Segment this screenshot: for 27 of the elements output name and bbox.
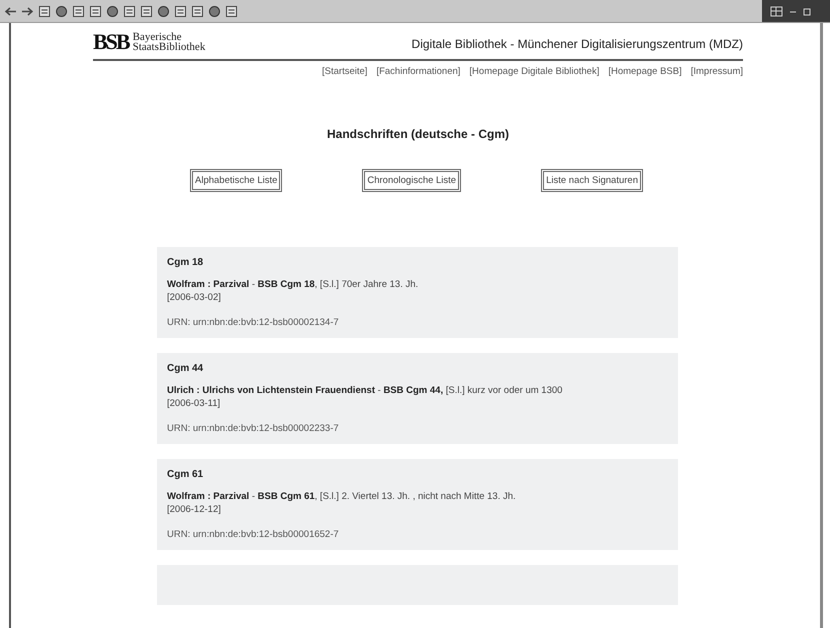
page-heading: Handschriften (deutsche - Cgm) [326,127,510,141]
list-button[interactable]: Chronologische Liste [362,169,462,192]
record-date: [2006-03-11] [167,397,222,410]
logo-mark: BSB [93,31,129,53]
forward-arrow-icon[interactable] [21,4,34,18]
restore-icon[interactable] [803,6,812,16]
back-arrow-icon[interactable] [4,4,17,18]
record-description: Wolfram : Parzival - BSB Cgm 61, [S.l.] 2. Viertel 13. Jh. , nicht nach Mitte 13. Jh. [167,490,517,503]
record-urn: URN: urn:nbn:de:bvb:12-bsb00002134-7 [167,317,340,328]
nav-link[interactable]: [Startseite] [322,66,368,77]
record-urn: URN: urn:nbn:de:bvb:12-bsb00001652-7 [167,529,340,540]
nav-link[interactable]: [Impressum] [690,66,743,77]
list-button[interactable]: Alphabetische Liste [190,169,282,192]
record-shelfmark: Cgm 44 [167,363,204,374]
record-shelfmark: Cgm 18 [167,257,204,268]
record-date: [2006-03-02] [167,291,222,304]
logo-text: Bayerische StaatsBibliothek [132,32,206,52]
record-description: Ulrich : Ulrichs von Lichtenstein Frauendienst - BSB Cgm 44, [S.l.] kurz vor oder um 1300 [167,384,564,397]
record-urn: URN: urn:nbn:de:bvb:12-bsb00002233-7 [167,423,340,434]
nav-link[interactable]: [Homepage BSB] [608,66,682,77]
record-date: [2006-12-12] [167,503,222,516]
nav-link[interactable]: [Homepage Digitale Bibliothek] [469,66,600,77]
record-shelfmark: Cgm 61 [167,469,204,480]
nav-link[interactable]: [Fachinformationen] [376,66,460,77]
record-description: Wolfram : Parzival - BSB Cgm 18, [S.l.] 70er Jahre 13. Jh. [167,278,420,291]
site-title: Digitale Bibliothek - Münchener Digitalisierungszentrum (MDZ) [412,37,743,51]
list-button[interactable]: Liste nach Signaturen [541,169,643,192]
